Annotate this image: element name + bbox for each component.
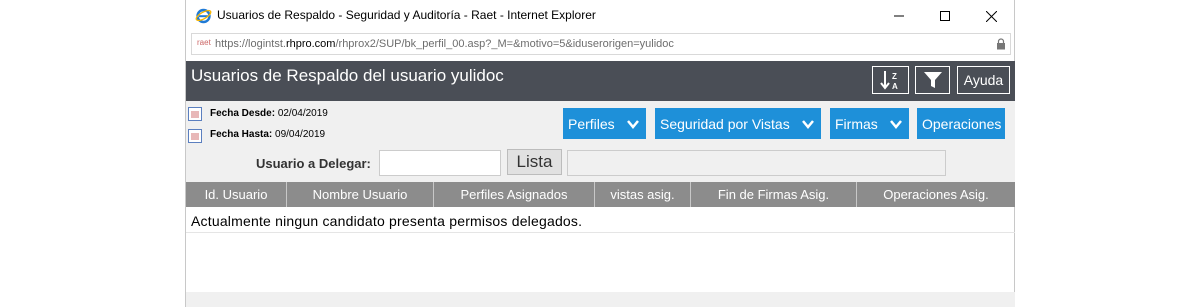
close-icon [985,10,997,22]
bottom-bar [186,292,1015,307]
delegate-input[interactable] [379,150,501,176]
chevron-down-icon [627,120,639,129]
column-id-usuario[interactable]: Id. Usuario [186,182,287,207]
filter-button[interactable] [915,66,950,94]
close-button[interactable] [968,0,1014,32]
maximize-button[interactable] [922,0,968,32]
svg-text:Z: Z [892,72,897,81]
title-bar: Usuarios de Respaldo - Seguridad y Audit… [186,0,1014,32]
browser-window: Usuarios de Respaldo - Seguridad y Audit… [185,0,1015,307]
svg-text:A: A [892,82,898,91]
column-vistas-asig[interactable]: vistas asig. [595,182,691,207]
fecha-desde: Fecha Desde: 02/04/2019 [210,108,328,119]
operaciones-button[interactable]: Operaciones [917,108,1005,139]
address-path: /rhprox2/SUP/bk_perfil_00.asp?_M=&motivo… [335,38,674,50]
fecha-hasta-label: Fecha Hasta: [210,129,273,140]
internet-explorer-icon [195,8,212,24]
sort-button[interactable]: Z A [872,66,909,94]
maximize-icon [940,11,950,21]
delegate-label: Usuario a Delegar: [256,156,371,171]
page-title: Usuarios de Respaldo del usuario yulidoc [191,66,504,85]
firmas-dropdown[interactable]: Firmas [830,108,909,139]
fecha-hasta: Fecha Hasta: 09/04/2019 [210,129,325,140]
table-row: Actualmente ningun candidato presenta pe… [186,208,1015,233]
filters-panel: Fecha Desde: 02/04/2019 Fecha Hasta: 09/… [186,101,1015,182]
window-title: Usuarios de Respaldo - Seguridad y Audit… [217,8,596,22]
site-favicon: raet [197,38,211,47]
column-fin-firmas-asig[interactable]: Fin de Firmas Asig. [691,182,857,207]
minimize-icon [894,15,904,17]
lista-button[interactable]: Lista [507,149,562,175]
column-operaciones-asig[interactable]: Operaciones Asig. [857,182,1015,207]
help-button[interactable]: Ayuda [957,66,1010,94]
sort-az-icon: Z A [879,71,898,91]
column-perfiles-asignados[interactable]: Perfiles Asignados [434,182,595,207]
lock-icon [997,38,1005,50]
lista-field[interactable] [567,150,946,176]
fecha-desde-value: 02/04/2019 [277,108,328,119]
chevron-down-icon [890,120,902,129]
address-url[interactable]: https://logintst.rhpro.com/rhprox2/SUP/b… [215,38,674,50]
calendar-icon[interactable] [188,129,202,143]
empty-message: Actualmente ningun candidato presenta pe… [191,213,583,229]
page-header: Usuarios de Respaldo del usuario yulidoc… [186,61,1015,101]
address-prefix: https://logintst. [215,38,286,50]
column-nombre-usuario[interactable]: Nombre Usuario [287,182,434,207]
fecha-desde-label: Fecha Desde: [210,108,276,119]
fecha-hasta-value: 09/04/2019 [275,129,326,140]
operaciones-label: Operaciones [922,115,1002,132]
filter-icon [923,72,942,88]
minimize-button[interactable] [876,0,922,32]
perfiles-dropdown[interactable]: Perfiles [563,108,646,139]
seguridad-vistas-label: Seguridad por Vistas [660,115,790,132]
firmas-label: Firmas [835,115,878,132]
perfiles-label: Perfiles [568,115,615,132]
chevron-down-icon [802,120,814,129]
address-bar[interactable]: raet https://logintst.rhpro.com/rhprox2/… [191,33,1011,55]
seguridad-vistas-dropdown[interactable]: Seguridad por Vistas [655,108,821,139]
table-header: Id. Usuario Nombre Usuario Perfiles Asig… [186,182,1015,207]
calendar-icon[interactable] [188,107,202,121]
address-domain: rhpro.com [285,38,336,50]
